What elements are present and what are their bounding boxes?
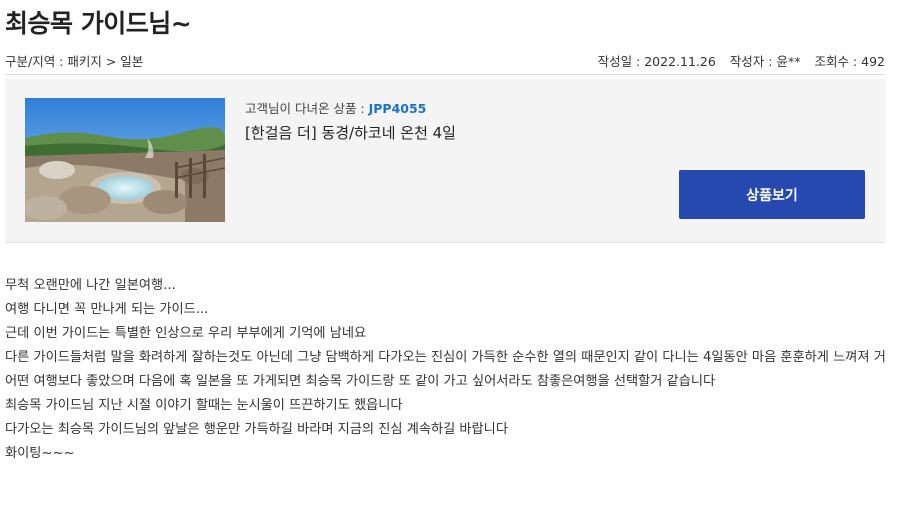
category-breadcrumb: 구분/지역 : 패키지 > 일본	[5, 54, 144, 69]
content-line: 다른 가이드들처럼 말을 화려하게 잘하는것도 아닌데 그냥 담백하게 다가오는…	[5, 350, 886, 389]
content-line: 최승목 가이드님 지난 시절 이야기 할때는 눈시울이 뜨끈하기도 했읍니다	[5, 398, 403, 413]
page-title: 최승목 가이드님~	[5, 9, 192, 38]
view-product-button[interactable]: 상품보기	[679, 170, 865, 219]
product-code-line: 고객님이 다녀온 상품 : JPP4055	[245, 98, 426, 117]
review-content: 무척 오랜만에 나간 일본여행... 여행 다니면 꼭 만나게 되는 가이드..…	[5, 274, 889, 466]
post-meta: 작성일 : 2022.11.26 작성자 : 윤** 조회수 : 492	[598, 51, 885, 70]
content-line: 근데 이번 가이드는 특별한 인상으로 우리 부부에게 기억에 남네요	[5, 326, 367, 341]
content-line: 다가오는 최승목 가이드님의 앞날은 행운만 가득하길 바라며 지금의 진심 계…	[5, 422, 508, 437]
product-name[interactable]: [한걸음 더] 동경/하코네 온천 4일	[245, 122, 456, 143]
post-date: 작성일 : 2022.11.26	[597, 54, 716, 69]
product-code: JPP4055	[368, 101, 427, 116]
product-thumbnail[interactable]	[25, 98, 225, 222]
meta-divider	[5, 74, 885, 75]
product-code-label: 고객님이 다녀온 상품 :	[245, 101, 369, 116]
product-card: 고객님이 다녀온 상품 : JPP4055 [한걸음 더] 동경/하코네 온천 …	[5, 79, 885, 243]
post-author: 작성자 : 윤**	[729, 54, 801, 69]
post-views: 조회수 : 492	[814, 54, 885, 69]
content-line: 여행 다니면 꼭 만나게 되는 가이드...	[5, 302, 209, 317]
content-line: 화이팅~~~	[5, 446, 75, 461]
content-line: 무척 오랜만에 나간 일본여행...	[5, 278, 176, 293]
